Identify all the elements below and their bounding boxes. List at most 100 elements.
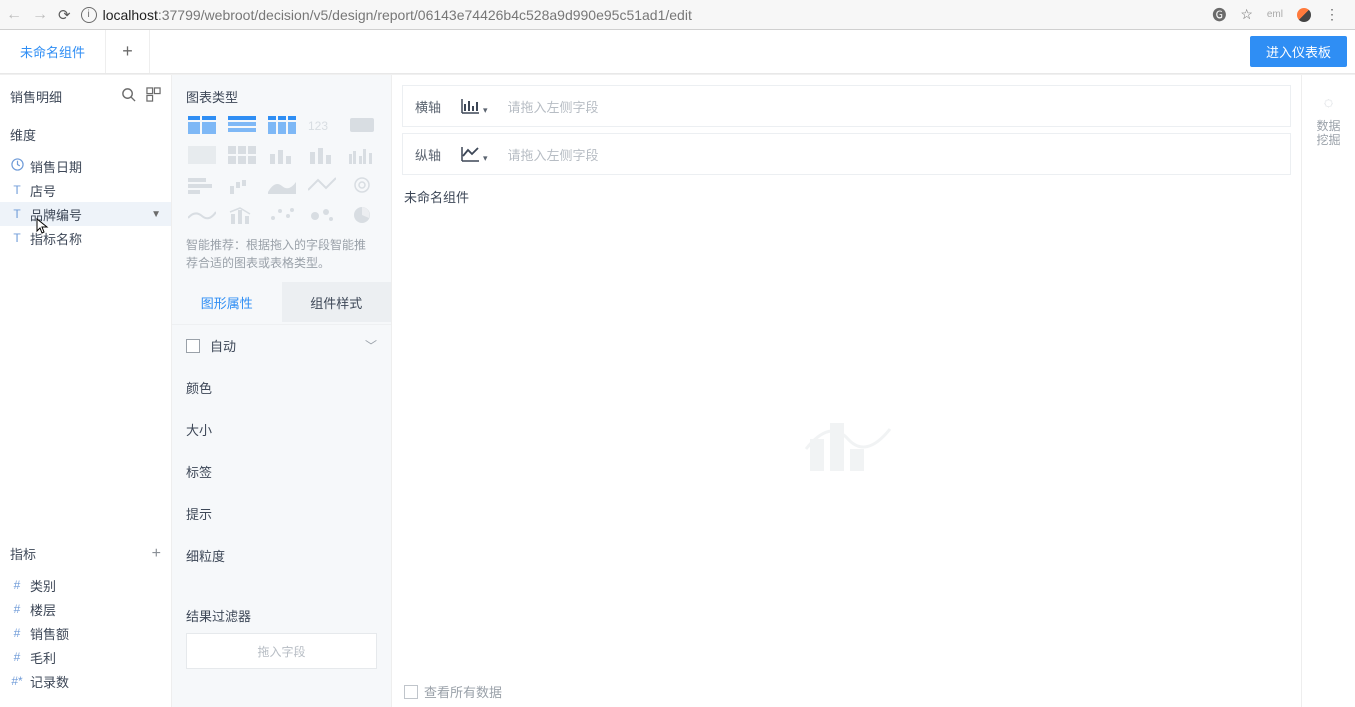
prop-label: 标签 xyxy=(186,462,212,481)
number-type-icon: # xyxy=(10,578,24,592)
canvas-side-panel[interactable]: ◌ 数据 挖掘 xyxy=(1301,75,1355,707)
browser-toolbar: ← → ⟳ i localhost:37799/webroot/decision… xyxy=(0,0,1355,30)
shape-auto-row[interactable]: 自动 ﹀ xyxy=(172,324,391,366)
prop-tooltip[interactable]: 提示 xyxy=(172,492,391,534)
text-type-icon: T xyxy=(10,231,24,245)
field-store[interactable]: T 店号 xyxy=(0,178,171,202)
measures-list: #类别 #楼层 #销售额 #毛利 #*记录数 xyxy=(0,571,171,707)
chevron-down-icon[interactable]: ﹀ xyxy=(365,337,377,354)
y-axis-label: 纵轴 xyxy=(415,145,445,164)
site-info-icon[interactable]: i xyxy=(81,7,97,23)
field-label: 指标名称 xyxy=(30,229,82,248)
y-axis-row[interactable]: 纵轴 ▾ 请拖入左侧字段 xyxy=(402,133,1291,175)
result-filter-title: 结果过滤器 xyxy=(172,592,391,633)
chart-pivot[interactable] xyxy=(186,144,218,166)
chart-gauge[interactable] xyxy=(346,114,378,136)
prop-label: 大小 xyxy=(186,420,212,439)
empty-chart-placeholder xyxy=(402,218,1291,670)
forward-icon[interactable]: → xyxy=(32,6,48,24)
dimensions-list: 销售日期 T 店号 T 品牌编号 ▼ T 指标名称 xyxy=(0,152,171,252)
result-filter-dropzone[interactable]: 拖入字段 xyxy=(186,633,377,669)
prop-label[interactable]: 标签 xyxy=(172,450,391,492)
chart-stacked-bar[interactable] xyxy=(266,144,298,166)
translate-icon[interactable]: 🅖 xyxy=(1212,5,1226,25)
field-label: 楼层 xyxy=(30,600,56,619)
data-mining-icon: ◌ xyxy=(1324,95,1334,113)
show-all-data-check[interactable]: 查看所有数据 xyxy=(402,676,1291,707)
field-sales[interactable]: #销售额 xyxy=(0,621,171,645)
field-label: 店号 xyxy=(30,181,56,200)
chrome-menu-icon[interactable]: ⋮ xyxy=(1325,6,1339,23)
tab-label: 未命名组件 xyxy=(20,42,85,61)
bookmark-icon[interactable]: ☆ xyxy=(1240,6,1253,23)
chart-combo[interactable] xyxy=(226,204,258,226)
tab-component[interactable]: 未命名组件 xyxy=(0,30,106,73)
x-axis-icon[interactable]: ▾ xyxy=(459,96,488,116)
prop-granularity[interactable]: 细粒度 xyxy=(172,534,391,576)
prop-color[interactable]: 颜色 xyxy=(172,366,391,408)
chart-grouped-bar[interactable] xyxy=(346,144,378,166)
chart-scatter[interactable] xyxy=(266,204,298,226)
field-count[interactable]: #*记录数 xyxy=(0,669,171,693)
y-axis-placeholder: 请拖入左侧字段 xyxy=(508,145,599,164)
auto-label: 自动 xyxy=(210,336,236,355)
tab-graph-props[interactable]: 图形属性 xyxy=(172,282,282,322)
add-tab-button[interactable]: + xyxy=(106,30,150,73)
chart-bubble[interactable] xyxy=(306,204,338,226)
chart-line[interactable] xyxy=(186,204,218,226)
data-mining-label: 数据 挖掘 xyxy=(1316,119,1340,148)
number-type-icon: # xyxy=(10,650,24,664)
back-icon[interactable]: ← xyxy=(6,6,22,24)
add-measure-icon[interactable]: + xyxy=(152,545,161,563)
reload-icon[interactable]: ⟳ xyxy=(58,6,71,24)
field-measure-name[interactable]: T 指标名称 xyxy=(0,226,171,250)
field-category[interactable]: #类别 xyxy=(0,573,171,597)
text-type-icon: T xyxy=(10,207,24,221)
show-all-label: 查看所有数据 xyxy=(424,682,502,701)
config-panel: 图表类型 123 智能推荐：根据拖入的 xyxy=(172,75,392,707)
chart-type-grid: 123 xyxy=(172,114,391,236)
field-profit[interactable]: # 毛利 xyxy=(0,645,171,669)
component-name[interactable]: 未命名组件 xyxy=(402,181,1291,212)
x-axis-row[interactable]: 横轴 ▾ 请拖入左侧字段 xyxy=(402,85,1291,127)
chart-waterfall[interactable] xyxy=(226,174,258,196)
chart-table3[interactable] xyxy=(266,114,298,136)
search-icon[interactable] xyxy=(121,87,136,106)
field-floor[interactable]: # 楼层 xyxy=(0,597,171,621)
ext-label: eml xyxy=(1267,9,1283,20)
address-bar[interactable]: i localhost:37799/webroot/decision/v5/de… xyxy=(81,7,1203,23)
dimensions-header: 维度 xyxy=(0,117,171,152)
extension-icon[interactable] xyxy=(1297,8,1311,22)
chart-area[interactable] xyxy=(266,174,298,196)
tab-component-style[interactable]: 组件样式 xyxy=(282,282,392,322)
field-label: 销售日期 xyxy=(30,157,82,176)
prop-size[interactable]: 大小 xyxy=(172,408,391,450)
field-date[interactable]: 销售日期 xyxy=(0,154,171,178)
chart-hint: 智能推荐：根据拖入的字段智能推荐合适的图表或表格类型。 xyxy=(172,236,391,282)
dataset-name: 销售明细 xyxy=(10,87,62,106)
chart-kpi[interactable]: 123 xyxy=(306,114,338,136)
y-axis-icon[interactable]: ▾ xyxy=(459,144,488,164)
chart-bar[interactable] xyxy=(306,144,338,166)
number-type-icon: # xyxy=(10,602,24,616)
chart-radar[interactable] xyxy=(346,174,378,196)
field-label: 记录数 xyxy=(30,672,69,691)
app-tab-strip: 未命名组件 + 进入仪表板 xyxy=(0,30,1355,74)
chart-table1[interactable] xyxy=(186,114,218,136)
field-brand[interactable]: T 品牌编号 ▼ xyxy=(0,202,171,226)
chart-table2[interactable] xyxy=(226,114,258,136)
enter-dashboard-button[interactable]: 进入仪表板 xyxy=(1250,36,1347,67)
prop-label: 提示 xyxy=(186,504,212,523)
layout-icon[interactable] xyxy=(146,87,161,106)
chart-hbar[interactable] xyxy=(186,174,218,196)
chart-heatmap[interactable] xyxy=(226,144,258,166)
svg-text:123: 123 xyxy=(308,119,328,133)
chart-line-smooth[interactable] xyxy=(306,174,338,196)
field-label: 毛利 xyxy=(30,648,56,667)
chart-pie[interactable] xyxy=(346,204,378,226)
config-tabs: 图形属性 组件样式 xyxy=(172,282,391,322)
text-type-icon: T xyxy=(10,183,24,197)
chevron-down-icon[interactable]: ▼ xyxy=(151,209,161,220)
field-label: 销售额 xyxy=(30,624,69,643)
checkbox-icon xyxy=(404,685,418,699)
